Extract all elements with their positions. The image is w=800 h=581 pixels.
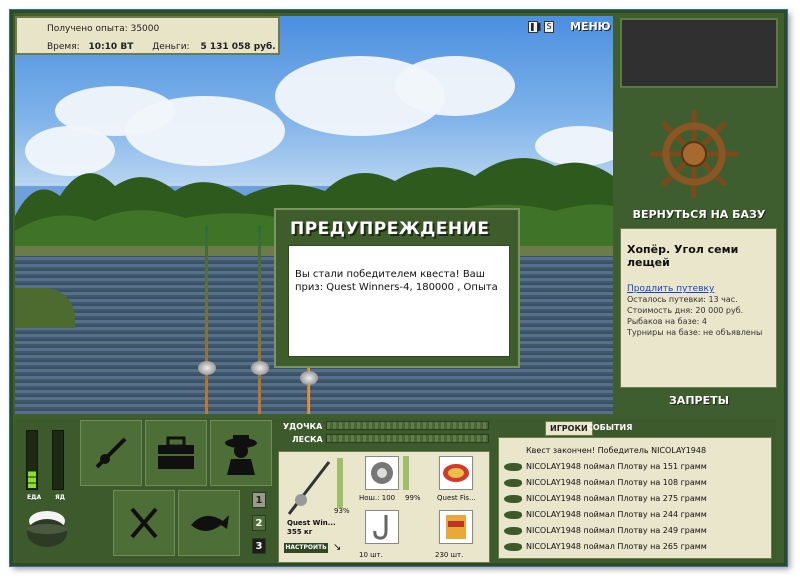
fork-knife-icon: [130, 507, 158, 539]
arrow-icon: ↘: [333, 542, 342, 553]
line-tension-bar: [326, 434, 489, 443]
rod-name: Quest Win...: [287, 519, 336, 527]
groundbait-count: 230 шт.: [435, 551, 464, 559]
warning-dialog: ПРЕДУПРЕЖДЕНИЕ Вы стали победителем квес…: [274, 208, 520, 368]
day-cost: Стоимость дня: 20 000 руб.: [627, 306, 744, 315]
time-value: 10:10 ВТ: [88, 42, 134, 52]
fish-icon: [191, 515, 229, 531]
dialog-message: Вы стали победителем квеста! Ваш приз: Q…: [288, 245, 510, 357]
rod-icon: [287, 461, 331, 515]
tab-events[interactable]: СОБЫТИЯ: [583, 421, 636, 434]
fish-icon: [504, 526, 522, 535]
groundbait-slot[interactable]: [439, 510, 473, 544]
quest-finished: Квест закончен! Победитель NICOLAY1948: [526, 446, 707, 455]
reel-capacity: Нош.: 100: [359, 494, 396, 502]
reel-icon: [198, 361, 216, 375]
character-button[interactable]: [210, 420, 272, 486]
fish-icon: [504, 462, 522, 471]
poison-label: ЯД: [55, 494, 65, 501]
hook-slot[interactable]: [365, 510, 399, 544]
save-icon[interactable]: S: [544, 20, 554, 33]
events-panel: ИГРОКИ СОБЫТИЯ Квест закончен! Победител…: [495, 418, 776, 562]
fish-icon: [504, 478, 522, 487]
menu-button[interactable]: МЕНЮ: [570, 20, 611, 33]
fish-icon: [504, 542, 522, 551]
reel-slot[interactable]: [365, 456, 399, 490]
fish-cage-button[interactable]: [178, 490, 240, 556]
rod-label: УДОЧКА: [283, 422, 323, 431]
equipment-panel: 93% Quest Win... 355 кг НАСТРОИТЬ ↘ Нош.…: [278, 451, 490, 563]
status-hud: Получено опыта: 35000 Время: 10:10 ВТ Де…: [15, 16, 280, 55]
reel-icon: [300, 371, 318, 385]
top-controls: ❚❚ S МЕНЮ: [528, 20, 611, 33]
ship-wheel-icon[interactable]: [650, 110, 738, 198]
location-info: Хопёр. Угол семи лещей Продлить путевку …: [620, 228, 777, 388]
fishing-rod-1[interactable]: [205, 226, 208, 414]
fish-icon: [504, 494, 522, 503]
rods-button[interactable]: [80, 420, 142, 486]
food-button[interactable]: [113, 490, 175, 556]
page-button-3[interactable]: 3: [252, 538, 266, 554]
rod-tension-bar: [326, 421, 489, 430]
poison-meter: [52, 430, 64, 490]
tackle-box-button[interactable]: [145, 420, 207, 486]
configure-button[interactable]: НАСТРОИТЬ: [284, 543, 328, 553]
events-list: Квест закончен! Победитель NICOLAY1948 N…: [498, 437, 772, 559]
list-item: NICOLAY1948 поймал Плотву на 108 грамм: [504, 478, 707, 487]
bait-slot[interactable]: [439, 456, 473, 490]
fishing-rod-3[interactable]: [307, 361, 310, 414]
money-label: Деньги:: [152, 42, 190, 52]
pause-icon[interactable]: ❚❚: [528, 20, 542, 33]
hooks-count: 10 шт.: [359, 551, 383, 559]
tournaments-info: Турниры на базе: не объявлены: [627, 328, 763, 337]
rod-percent: 93%: [334, 507, 350, 515]
list-item: NICOLAY1948 поймал Плотву на 151 грамм: [504, 462, 707, 471]
line-label: ЛЕСКА: [292, 435, 323, 444]
fish-icon: [504, 510, 522, 519]
food-pot-icon[interactable]: [22, 505, 72, 553]
location-name: Хопёр. Угол семи лещей: [627, 243, 739, 269]
reel-durability-bar: [403, 456, 409, 490]
reel-percent: 99%: [405, 494, 421, 502]
time-money-row: Время: 10:10 ВТ Деньги: 5 131 058 руб.: [47, 42, 276, 52]
page-button-1[interactable]: 1: [252, 492, 266, 508]
bans-button[interactable]: ЗАПРЕТЫ: [620, 394, 778, 407]
minimap-panel: [620, 18, 778, 88]
list-item: NICOLAY1948 поймал Плотву на 249 грамм: [504, 526, 707, 535]
money-value: 5 131 058 руб.: [200, 42, 276, 52]
time-label: Время:: [47, 42, 80, 52]
xp-label: Получено опыта: 35000: [47, 24, 160, 34]
return-to-base-button[interactable]: ВЕРНУТЬСЯ НА БАЗУ: [620, 208, 778, 221]
list-item: NICOLAY1948 поймал Плотву на 275 грамм: [504, 494, 707, 503]
trip-left: Осталось путевки: 13 час.: [627, 295, 738, 304]
extend-trip-link[interactable]: Продлить путевку: [627, 284, 714, 294]
list-item: NICOLAY1948 поймал Плотву на 244 грамм: [504, 510, 707, 519]
fisherman-icon: [225, 435, 257, 475]
page-button-2[interactable]: 2: [252, 515, 266, 531]
dialog-title: ПРЕДУПРЕЖДЕНИЕ: [290, 219, 490, 239]
food-meter: [26, 430, 38, 490]
anglers-count: Рыбаков на базе: 4: [627, 317, 707, 326]
reel-icon: [251, 361, 269, 375]
rod-durability-bar: [337, 458, 343, 508]
list-item: NICOLAY1948 поймал Плотву на 265 грамм: [504, 542, 707, 551]
bait-name: Quest Fis...: [437, 494, 476, 502]
rod-weight: 355 кг: [287, 528, 313, 536]
fishing-rod-2[interactable]: [258, 226, 261, 414]
food-label: ЕДА: [27, 494, 42, 501]
rod-icon: [95, 437, 127, 469]
tackle-box-icon: [158, 436, 194, 469]
